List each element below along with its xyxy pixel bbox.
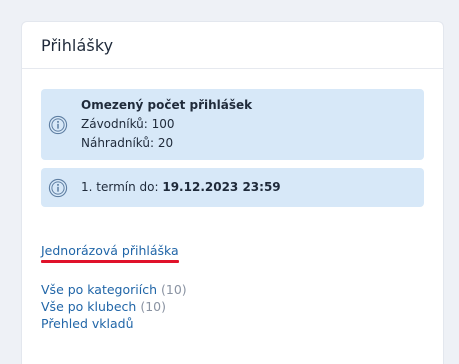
overview-links: Vše po kategoriích (10) Vše po klubech (…: [41, 281, 424, 332]
deposits-row: Přehled vkladů: [41, 315, 424, 332]
by-category-count: (10): [161, 282, 187, 297]
one-time-entry-label: Jednorázová přihláška: [41, 243, 179, 258]
deadline-label: 1. termín do:: [81, 180, 159, 194]
entry-links: Jednorázová přihláška Vše po kategoriích…: [41, 240, 424, 332]
competitors-value: 100: [151, 117, 175, 131]
by-club-count: (10): [140, 299, 166, 314]
substitutes-limit-row: Náhradníků: 20: [81, 134, 252, 153]
deadline-value: 19.12.2023 23:59: [162, 180, 281, 194]
by-category-link[interactable]: Vše po kategoriích: [41, 282, 157, 297]
info-circle-icon: [48, 115, 68, 135]
entry-limit-text: Omezený počet přihlášek Závodníků: 100 N…: [81, 96, 252, 153]
panel-title: Přihlášky: [41, 35, 114, 55]
highlight-underline: [41, 260, 179, 263]
info-circle-icon: [48, 178, 68, 198]
entry-limit-heading: Omezený počet přihlášek: [81, 98, 253, 112]
competitors-label: Závodníků:: [81, 117, 148, 131]
deposits-overview-link[interactable]: Přehled vkladů: [41, 316, 134, 331]
competitors-limit-row: Závodníků: 100: [81, 115, 252, 134]
panel-body: Omezený počet přihlášek Závodníků: 100 N…: [22, 69, 443, 332]
substitutes-value: 20: [157, 136, 174, 150]
by-club-row: Vše po klubech (10): [41, 298, 424, 315]
one-time-entry-link[interactable]: Jednorázová přihláška: [41, 243, 179, 263]
deadline-text: 1. termín do: 19.12.2023 23:59: [81, 178, 281, 197]
by-category-row: Vše po kategoriích (10): [41, 281, 424, 298]
by-club-link[interactable]: Vše po klubech: [41, 299, 136, 314]
panel-header: Přihlášky: [22, 22, 443, 69]
deadline-info-box: 1. termín do: 19.12.2023 23:59: [41, 168, 424, 207]
entry-limit-info-box: Omezený počet přihlášek Závodníků: 100 N…: [41, 89, 424, 160]
entries-panel: Přihlášky Omezený počet přihlášek Závodn…: [21, 21, 444, 364]
substitutes-label: Náhradníků:: [81, 136, 155, 150]
